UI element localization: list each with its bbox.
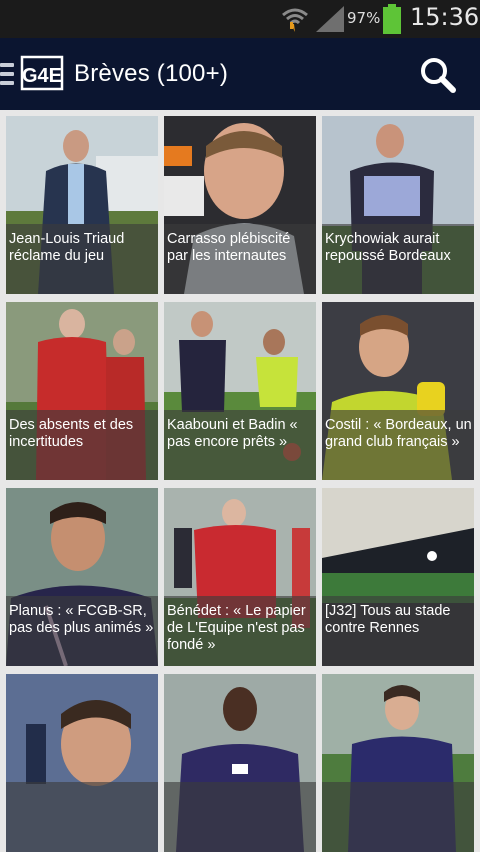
search-icon[interactable] — [418, 56, 458, 96]
news-caption: Carrasso plébiscité par les internautes — [167, 231, 291, 264]
news-tile[interactable]: Costil : « Bordeaux, un grand club franç… — [322, 302, 474, 480]
news-tile[interactable] — [164, 674, 316, 852]
action-bar: G4E Brèves (100+) — [0, 38, 480, 110]
news-caption: Jean-Louis Triaud réclame du jeu — [9, 231, 125, 264]
news-caption: Des absents et des incertitudes — [9, 417, 134, 450]
battery-percent: 97% — [347, 9, 381, 27]
news-caption: Krychowiak aurait repoussé Bordeaux — [325, 231, 451, 264]
signal-icon — [316, 6, 344, 32]
news-tile[interactable]: Des absents et des incertitudes — [6, 302, 158, 480]
news-tile[interactable]: Carrasso plébiscité par les internautes — [164, 116, 316, 294]
drawer-menu-icon[interactable] — [0, 63, 14, 85]
news-caption: Planus : « FCGB-SR, pas des plus animés … — [9, 603, 154, 636]
app-logo[interactable]: G4E — [20, 51, 64, 95]
news-tile[interactable]: Krychowiak aurait repoussé Bordeaux — [322, 116, 474, 294]
svg-text:G4E: G4E — [22, 65, 62, 87]
news-tile[interactable]: Bénédet : « Le papier de L'Equipe n'est … — [164, 488, 316, 666]
page-title: Brèves (100+) — [74, 60, 229, 87]
news-caption: Costil : « Bordeaux, un grand club franç… — [325, 417, 472, 450]
news-caption: Bénédet : « Le papier de L'Equipe n'est … — [167, 603, 306, 653]
news-tile[interactable]: [J32] Tous au stade contre Rennes — [322, 488, 474, 666]
battery-icon — [383, 4, 401, 34]
clock: 15:36 — [410, 3, 480, 31]
status-bar: 97% 15:36 — [0, 0, 480, 38]
news-caption: Kaabouni et Badin « pas encore prêts » — [167, 417, 298, 450]
news-tile[interactable]: Planus : « FCGB-SR, pas des plus animés … — [6, 488, 158, 666]
news-tile[interactable] — [6, 674, 158, 852]
news-tile[interactable]: Kaabouni et Badin « pas encore prêts » — [164, 302, 316, 480]
news-caption: [J32] Tous au stade contre Rennes — [325, 603, 451, 636]
wifi-icon — [282, 8, 308, 32]
news-grid: Jean-Louis Triaud réclame du jeu Carrass… — [0, 110, 480, 852]
news-tile[interactable] — [322, 674, 474, 852]
news-tile[interactable]: Jean-Louis Triaud réclame du jeu — [6, 116, 158, 294]
